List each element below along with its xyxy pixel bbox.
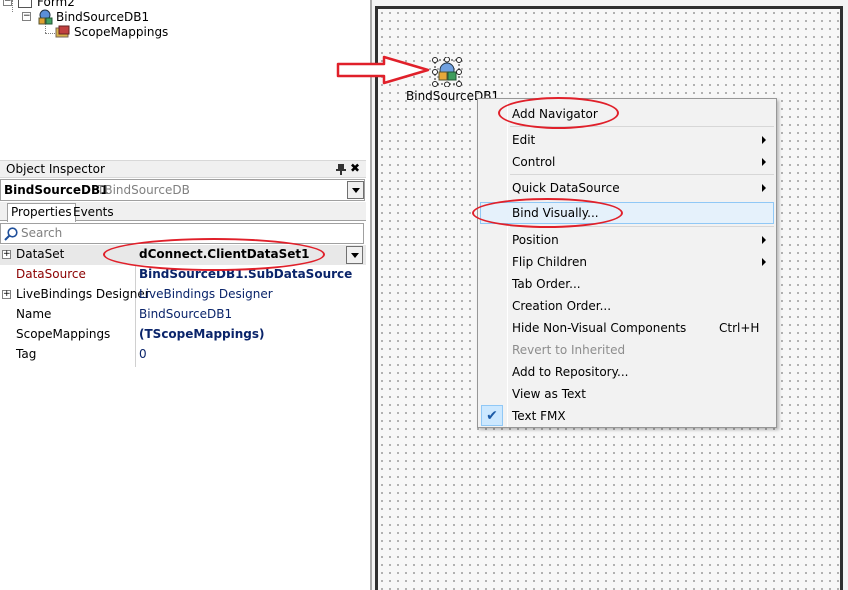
checkmark-icon: ✔ [481, 405, 503, 426]
property-row-livebindings-designer[interactable]: + LiveBindings Designer LiveBindings Des… [0, 285, 366, 305]
menu-item-flip-children[interactable]: Flip Children [480, 251, 774, 273]
search-placeholder: Search [21, 226, 63, 240]
pin-icon[interactable] [336, 164, 346, 175]
annotation-ellipse-bind-visually [472, 198, 623, 228]
object-inspector-header: Object Inspector ✖ [0, 160, 366, 178]
menu-item-add-to-repository[interactable]: Add to Repository... [480, 361, 774, 383]
selected-object-type: TBindSourceDB [97, 183, 190, 197]
bindsourcedb-component[interactable] [432, 56, 462, 88]
property-value[interactable]: 0 [139, 347, 147, 361]
submenu-arrow-icon [762, 158, 766, 166]
menu-item-label: Edit [512, 133, 536, 147]
menu-item-tab-order[interactable]: Tab Order... [480, 273, 774, 295]
property-name: DataSource [16, 267, 86, 281]
property-name: LiveBindings Designer [16, 287, 150, 301]
menu-item-label: Control [512, 155, 556, 169]
property-row-name[interactable]: Name BindSourceDB1 [0, 305, 366, 325]
menu-item-revert-to-inherited: Revert to Inherited [480, 339, 774, 361]
annotation-ellipse-add-navigator [498, 97, 619, 129]
menu-item-label: Tab Order... [512, 277, 581, 291]
property-value[interactable]: (TScopeMappings) [139, 327, 265, 341]
annotation-arrow-icon [336, 55, 430, 85]
tree-node-bindsourcedb1[interactable]: − BindSourceDB1 [0, 9, 220, 25]
menu-item-label: Text FMX [512, 409, 566, 423]
menu-item-label: Position [512, 233, 559, 247]
property-row-scopemappings[interactable]: ScopeMappings (TScopeMappings) [0, 325, 366, 345]
menu-item-shortcut: Ctrl+H [719, 321, 760, 335]
annotation-ellipse-dataset [103, 238, 325, 271]
property-value[interactable]: BindSourceDB1 [139, 307, 232, 321]
panel-title: Object Inspector [6, 162, 105, 176]
submenu-arrow-icon [762, 184, 766, 192]
property-value[interactable]: LiveBindings Designer [139, 287, 273, 301]
inspector-tabs: Properties Events [0, 202, 366, 222]
object-selector-dropdown-button[interactable] [347, 181, 364, 199]
property-name: Tag [16, 347, 37, 361]
menu-item-creation-order[interactable]: Creation Order... [480, 295, 774, 317]
tree-label: BindSourceDB1 [56, 10, 150, 24]
dataset-dropdown-button[interactable] [346, 246, 363, 264]
submenu-arrow-icon [762, 258, 766, 266]
menu-item-view-as-text[interactable]: View as Text [480, 383, 774, 405]
context-menu: Add Navigator Edit Control Quick DataSou… [477, 98, 777, 428]
tab-properties[interactable]: Properties [7, 203, 76, 222]
menu-item-text-fmx[interactable]: ✔ Text FMX [480, 405, 774, 427]
selected-object-name: BindSourceDB1 [4, 183, 109, 197]
menu-item-control[interactable]: Control [480, 151, 774, 173]
menu-item-edit[interactable]: Edit [480, 129, 774, 151]
scopemappings-icon [55, 25, 71, 43]
expand-toggle[interactable]: + [2, 250, 11, 259]
tree-label: ScopeMappings [74, 25, 169, 39]
object-selector[interactable]: BindSourceDB1 TBindSourceDB [0, 179, 365, 201]
submenu-arrow-icon [762, 236, 766, 244]
collapse-toggle[interactable]: − [22, 12, 31, 21]
menu-item-label: Revert to Inherited [512, 343, 626, 357]
menu-separator [510, 174, 774, 175]
menu-item-label: View as Text [512, 387, 586, 401]
submenu-arrow-icon [762, 136, 766, 144]
menu-item-quick-datasource[interactable]: Quick DataSource [480, 177, 774, 199]
expand-toggle[interactable]: + [2, 290, 11, 299]
tab-events[interactable]: Events [70, 204, 117, 222]
menu-item-label: Creation Order... [512, 299, 612, 313]
property-name: DataSet [16, 247, 65, 261]
menu-item-position[interactable]: Position [480, 229, 774, 251]
property-name: Name [16, 307, 52, 321]
property-name: ScopeMappings [16, 327, 111, 341]
menu-item-label: Quick DataSource [512, 181, 620, 195]
search-icon [4, 227, 18, 241]
menu-item-label: Hide Non-Visual Components [512, 321, 687, 335]
menu-item-hide-non-visual-components[interactable]: Hide Non-Visual Components Ctrl+H [480, 317, 774, 339]
close-icon[interactable]: ✖ [350, 161, 360, 175]
menu-item-label: Add to Repository... [512, 365, 629, 379]
collapse-toggle[interactable]: − [3, 0, 12, 6]
property-row-tag[interactable]: Tag 0 [0, 345, 366, 365]
tree-node-scopemappings[interactable]: ScopeMappings [0, 24, 220, 40]
menu-item-label: Flip Children [512, 255, 587, 269]
